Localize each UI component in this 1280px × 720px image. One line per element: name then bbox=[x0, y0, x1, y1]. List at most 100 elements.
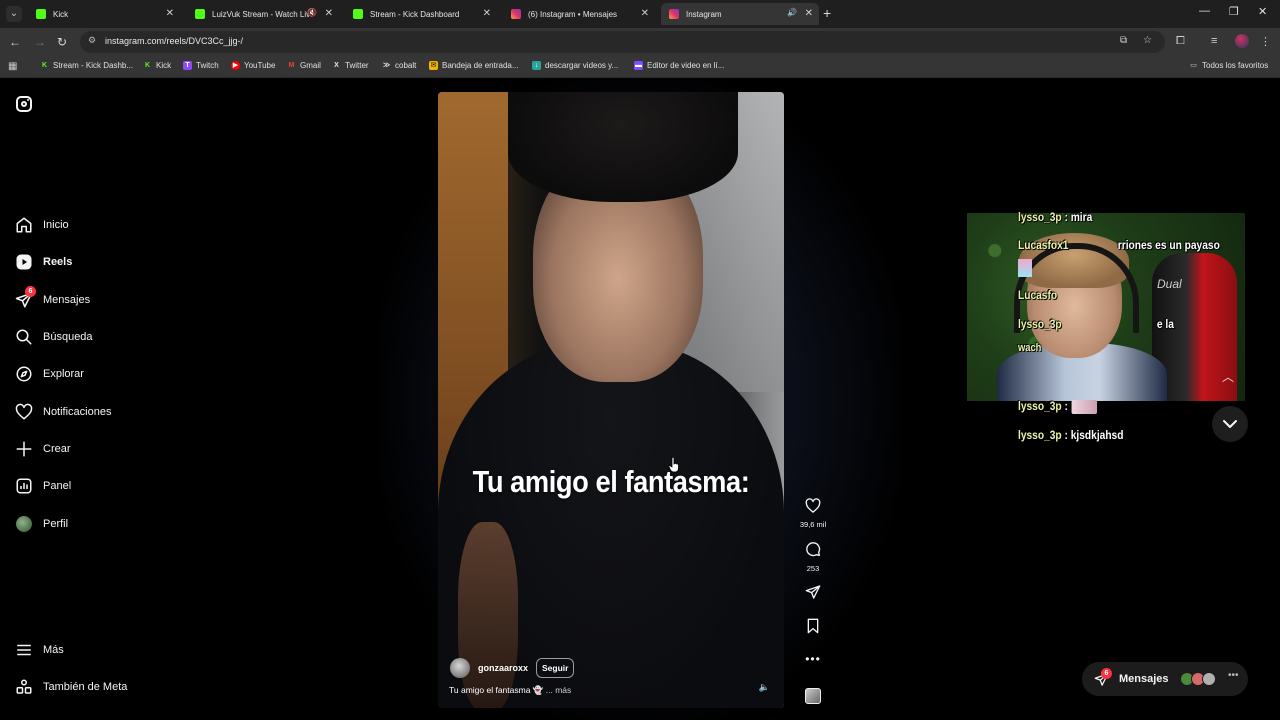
close-tab-icon[interactable]: ✕ bbox=[641, 8, 649, 20]
instagram-logo-icon[interactable] bbox=[16, 96, 32, 112]
comment-icon bbox=[806, 542, 821, 557]
sidebar-item-panel[interactable]: Panel bbox=[14, 474, 71, 498]
bookmark-youtube[interactable]: ▶ YouTube bbox=[231, 61, 275, 70]
mouse-cursor-icon bbox=[668, 457, 679, 473]
messages-pill-label: Mensajes bbox=[1119, 673, 1169, 685]
back-arrow-icon[interactable]: ← bbox=[9, 35, 21, 49]
sidebar-item-crear[interactable]: Crear bbox=[14, 437, 71, 461]
video-frame-arm bbox=[458, 522, 518, 708]
tab-muted-icon[interactable]: 🔇 bbox=[307, 8, 317, 17]
bookmark-gmail[interactable]: M Gmail bbox=[287, 61, 321, 70]
sidebar-item-label: Más bbox=[43, 644, 64, 656]
unread-badge: 6 bbox=[25, 286, 36, 297]
profile-avatar bbox=[14, 514, 34, 534]
url-text[interactable]: instagram.com/reels/DVC3Cc_jjg-/ bbox=[105, 36, 243, 46]
restore-window-icon[interactable]: ❐ bbox=[1229, 5, 1239, 18]
original-audio-thumbnail[interactable] bbox=[805, 688, 821, 704]
browser-tab-bar: ⌄ Kick ✕ LuizVuk Stream - Watch Live 🔇 ✕… bbox=[0, 0, 1280, 28]
reload-icon[interactable]: ↻ bbox=[57, 35, 67, 49]
bookmark-cobalt[interactable]: ≫ cobalt bbox=[382, 61, 417, 70]
instagram-sidebar: Inicio Reels 6 Mensajes Búsqueda Explora… bbox=[0, 78, 180, 720]
sidebar-item-mensajes[interactable]: 6 Mensajes bbox=[14, 286, 90, 312]
next-reel-button[interactable] bbox=[1212, 406, 1248, 442]
sidebar-item-reels[interactable]: Reels bbox=[14, 250, 72, 274]
cast-icon[interactable]: ⧉ bbox=[1120, 35, 1127, 46]
kick-icon: K bbox=[41, 62, 48, 69]
close-window-icon[interactable]: ✕ bbox=[1258, 5, 1267, 18]
address-toolbar: ← → ↻ ⚙ instagram.com/reels/DVC3Cc_jjg-/… bbox=[0, 28, 1280, 56]
download-icon: ↓ bbox=[532, 61, 541, 70]
forward-arrow-icon[interactable]: → bbox=[34, 35, 46, 49]
avatar bbox=[1202, 672, 1216, 686]
close-tab-icon[interactable]: ✕ bbox=[483, 8, 491, 20]
author-username[interactable]: gonzaaroxx bbox=[478, 663, 528, 673]
bookmark-descargar-videos[interactable]: ↓ descargar videos y... bbox=[532, 61, 618, 70]
tab-instagram-mensajes[interactable]: (6) Instagram • Mensajes ✕ bbox=[503, 3, 655, 25]
recent-chat-avatars bbox=[1180, 672, 1216, 686]
more-options-icon[interactable]: ••• bbox=[798, 652, 828, 666]
close-tab-icon[interactable]: ✕ bbox=[166, 8, 174, 20]
messages-pill-button[interactable]: 6 Mensajes ••• bbox=[1082, 662, 1248, 696]
previous-reel-chevron-icon[interactable]: ︿ bbox=[1222, 368, 1234, 385]
follow-button[interactable]: Seguir bbox=[536, 658, 575, 678]
tab-audio-icon[interactable]: 🔊 bbox=[787, 8, 797, 17]
tab-kick[interactable]: Kick ✕ bbox=[28, 3, 180, 25]
bookmark-bandeja[interactable]: ✉ Bandeja de entrada... bbox=[429, 61, 519, 70]
chat-user: lysso_3p bbox=[1018, 317, 1062, 331]
sidebar-item-busqueda[interactable]: Búsqueda bbox=[14, 325, 93, 349]
browser-profile-avatar[interactable] bbox=[1235, 34, 1249, 48]
bookmark-kick-dashboard[interactable]: K Stream - Kick Dashb... bbox=[40, 61, 133, 70]
x-twitter-icon: X bbox=[334, 62, 339, 69]
bookmark-kick[interactable]: K Kick bbox=[143, 61, 171, 70]
tab-title: LuizVuk Stream - Watch Live bbox=[212, 9, 312, 19]
browser-menu-icon[interactable]: ⋮ bbox=[1260, 35, 1271, 48]
sidebar-item-inicio[interactable]: Inicio bbox=[14, 213, 69, 237]
all-bookmarks-folder[interactable]: ▭ Todos los favoritos bbox=[1189, 61, 1268, 70]
site-info-icon[interactable]: ⚙ bbox=[88, 35, 96, 46]
sidebar-item-perfil[interactable]: Perfil bbox=[14, 512, 68, 536]
chat-line: lysso_3p : kjsdkjahsd bbox=[1018, 428, 1123, 442]
share-icon bbox=[805, 585, 821, 599]
sidebar-item-explorar[interactable]: Explorar bbox=[14, 362, 84, 386]
bookmark-star-icon[interactable]: ☆ bbox=[1143, 35, 1152, 46]
tab-kick-dashboard[interactable]: Stream - Kick Dashboard ✕ bbox=[345, 3, 497, 25]
share-action[interactable] bbox=[798, 584, 828, 605]
author-avatar[interactable] bbox=[450, 658, 470, 678]
caption-more-link[interactable]: ... más bbox=[546, 685, 572, 695]
close-tab-icon[interactable]: ✕ bbox=[325, 8, 333, 20]
bookmark-twitter[interactable]: X Twitter bbox=[332, 61, 368, 70]
save-action[interactable] bbox=[798, 618, 828, 639]
volume-icon[interactable]: 🔈 bbox=[759, 682, 770, 693]
cobalt-icon: ≫ bbox=[382, 62, 391, 69]
tab-instagram-active[interactable]: Instagram 🔊 ✕ bbox=[661, 3, 819, 25]
reel-video[interactable]: Tu amigo el fantasma: gonzaaroxx Seguir … bbox=[438, 92, 784, 708]
apps-grid-icon[interactable]: ▦ bbox=[8, 61, 17, 72]
bookmark-twitch[interactable]: T Twitch bbox=[183, 61, 219, 70]
media-controls-icon[interactable]: ≡ bbox=[1211, 35, 1217, 47]
chat-emote bbox=[1018, 259, 1032, 277]
sidebar-item-mas[interactable]: Más bbox=[14, 638, 64, 662]
address-bar[interactable]: ⚙ instagram.com/reels/DVC3Cc_jjg-/ ⧉ ☆ bbox=[80, 31, 1165, 53]
tab-search-chevron-icon[interactable]: ⌄ bbox=[6, 6, 22, 22]
new-tab-button[interactable]: + bbox=[823, 5, 831, 21]
bookmark-label: YouTube bbox=[244, 61, 276, 70]
close-tab-icon[interactable]: ✕ bbox=[805, 8, 813, 20]
tab-luizvuk-stream[interactable]: LuizVuk Stream - Watch Live 🔇 ✕ bbox=[187, 3, 339, 25]
bookmark-editor-video[interactable]: ▬ Editor de video en lí... bbox=[634, 61, 724, 70]
video-frame-hair bbox=[508, 92, 738, 202]
sidebar-item-meta[interactable]: También de Meta bbox=[14, 675, 127, 699]
sidebar-item-label: También de Meta bbox=[43, 681, 128, 693]
minimize-window-icon[interactable]: — bbox=[1199, 5, 1210, 17]
messages-icon: 6 bbox=[14, 286, 36, 310]
unread-badge: 6 bbox=[1101, 668, 1112, 679]
chat-user: lysso_3p bbox=[1018, 399, 1062, 413]
comment-action[interactable]: 253 bbox=[798, 541, 828, 573]
search-icon bbox=[14, 327, 34, 347]
sidebar-item-notificaciones[interactable]: Notificaciones bbox=[14, 400, 111, 424]
sidebar-item-label: Búsqueda bbox=[43, 331, 93, 343]
more-chats-icon: ••• bbox=[1228, 670, 1239, 681]
like-action[interactable]: 39,6 mil bbox=[798, 498, 828, 529]
bookmark-label: Kick bbox=[156, 61, 172, 70]
extensions-icon[interactable]: ⧠ bbox=[1176, 35, 1185, 48]
reels-icon bbox=[14, 252, 34, 272]
